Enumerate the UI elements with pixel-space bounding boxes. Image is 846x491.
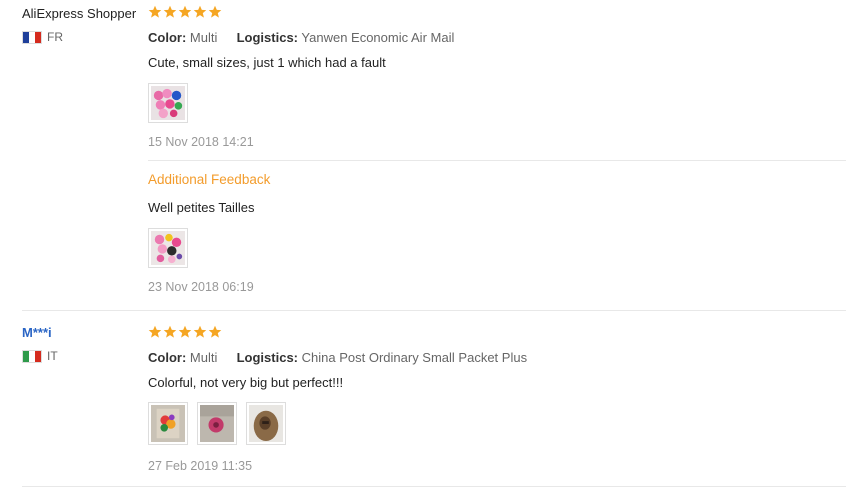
- country-code: IT: [47, 349, 58, 363]
- review-photo-thumbnail[interactable]: [246, 402, 286, 445]
- review-content: Color: Multi Logistics: China Post Ordin…: [148, 325, 846, 474]
- hair-tie-closeup-image: [200, 405, 234, 442]
- logistics-value: Yanwen Economic Air Mail: [301, 30, 455, 45]
- review-date: 27 Feb 2019 11:35: [148, 459, 253, 473]
- color-value: Multi: [189, 30, 218, 45]
- additional-feedback: Additional Feedback Well petites Tailles…: [148, 172, 846, 295]
- logistics-value: China Post Ordinary Small Packet Plus: [301, 350, 528, 365]
- country-code: FR: [47, 30, 63, 44]
- hair-ties-photo-image: [151, 231, 185, 265]
- review-date: 15 Nov 2018 14:21: [148, 135, 254, 149]
- reviewer-country: IT: [22, 349, 58, 363]
- star-rating: [148, 5, 846, 21]
- review-text: Colorful, not very big but perfect!!!: [148, 375, 344, 390]
- color-label: Color:: [148, 30, 187, 45]
- review-photo-thumbnail[interactable]: [148, 83, 188, 123]
- reviewer-name: AliExpress Shopper: [22, 6, 137, 21]
- reviewer-info: M***i IT: [22, 325, 58, 363]
- additional-feedback-label: Additional Feedback: [148, 172, 271, 187]
- star-icon: [163, 325, 177, 338]
- color-value: Multi: [189, 350, 218, 365]
- additional-feedback-text: Well petites Tailles: [148, 200, 255, 215]
- hair-worn-photo-image: [249, 405, 283, 442]
- france-flag-icon: [22, 30, 42, 44]
- review-photo-thumbnail[interactable]: [148, 402, 188, 445]
- star-icon: [163, 5, 177, 18]
- logistics-label: Logistics:: [236, 30, 299, 45]
- order-info: Color: Multi Logistics: China Post Ordin…: [148, 350, 846, 366]
- star-icon: [208, 5, 222, 18]
- review-photo-thumbnail[interactable]: [148, 228, 188, 268]
- additional-photos: [148, 228, 846, 268]
- additional-feedback-date: 23 Nov 2018 06:19: [148, 280, 254, 294]
- italy-flag-icon: [22, 349, 42, 363]
- logistics-label: Logistics:: [236, 350, 299, 365]
- star-icon: [208, 325, 222, 338]
- star-icon: [148, 5, 162, 18]
- divider: [148, 160, 846, 161]
- color-label: Color:: [148, 350, 187, 365]
- star-icon: [178, 5, 192, 18]
- hair-ties-photo-image: [151, 405, 185, 442]
- order-info: Color: Multi Logistics: Yanwen Economic …: [148, 30, 846, 46]
- review-photos: [148, 402, 846, 445]
- reviewer-name-link[interactable]: M***i: [22, 325, 58, 341]
- review-text: Cute, small sizes, just 1 which had a fa…: [148, 55, 386, 70]
- review-photos: [148, 83, 846, 123]
- star-icon: [148, 325, 162, 338]
- star-icon: [193, 325, 207, 338]
- star-rating: [148, 325, 846, 341]
- star-icon: [178, 325, 192, 338]
- hair-ties-photo-image: [151, 86, 185, 120]
- review-content: Color: Multi Logistics: Yanwen Economic …: [148, 5, 846, 150]
- review-divider: [22, 310, 846, 311]
- review-photo-thumbnail[interactable]: [197, 402, 237, 445]
- review-divider: [22, 486, 846, 487]
- star-icon: [193, 5, 207, 18]
- reviewer-info: AliExpress Shopper FR: [22, 6, 136, 44]
- reviewer-country: FR: [22, 30, 136, 44]
